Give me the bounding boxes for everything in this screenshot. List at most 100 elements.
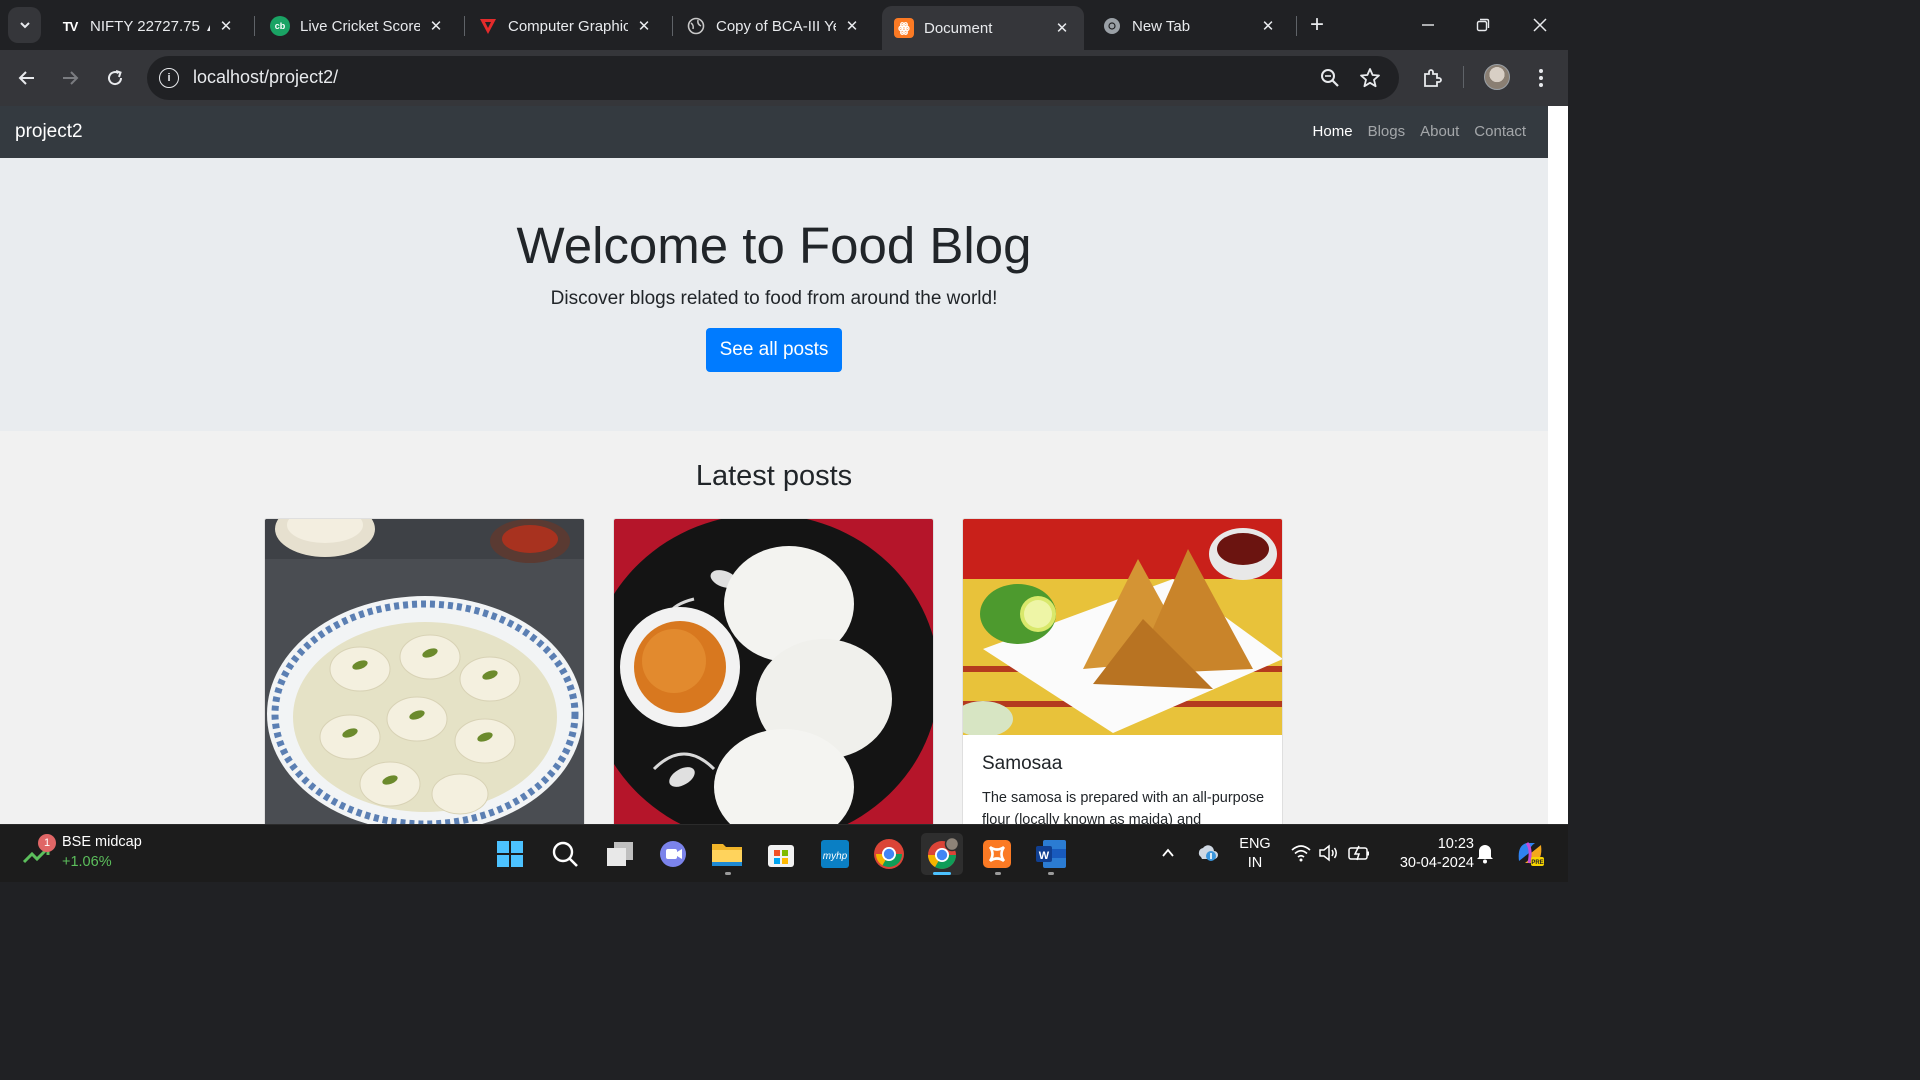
post-card[interactable] — [613, 518, 934, 824]
site-info-icon[interactable]: i — [159, 68, 179, 88]
chrome-icon[interactable] — [868, 833, 910, 875]
running-indicator — [725, 872, 731, 875]
hero-jumbotron: Welcome to Food Blog Discover blogs rela… — [0, 158, 1548, 431]
restore-icon — [1476, 18, 1490, 32]
tab-cricket[interactable]: cb Live Cricket Score, ✕ — [258, 6, 458, 46]
site-navbar: project2 Home Blogs About Contact — [0, 106, 1548, 158]
close-icon[interactable]: ✕ — [426, 16, 446, 36]
tab-strip: TV NIFTY 22727.75 ▲ ✕ cb Live Cricket Sc… — [0, 0, 1568, 50]
globe-icon — [686, 16, 706, 36]
file-explorer-icon[interactable] — [706, 833, 748, 875]
idli-image[interactable] — [614, 519, 933, 824]
close-icon[interactable]: ✕ — [842, 16, 862, 36]
nav-link-blogs[interactable]: Blogs — [1368, 123, 1406, 140]
new-tab-button[interactable]: + — [1303, 10, 1331, 40]
tab-nifty[interactable]: TV NIFTY 22727.75 ▲ ✕ — [48, 6, 248, 46]
forward-button[interactable] — [54, 62, 86, 94]
extensions-icon[interactable] — [1417, 63, 1447, 93]
running-indicator — [995, 872, 1001, 875]
nav-link-about[interactable]: About — [1420, 123, 1459, 140]
active-indicator — [933, 872, 951, 875]
site-brand[interactable]: project2 — [15, 121, 83, 143]
volume-icon[interactable] — [1316, 840, 1342, 866]
more-menu-icon[interactable] — [1526, 63, 1556, 93]
tab-bca-copy[interactable]: Copy of BCA-III Ye ✕ — [674, 6, 874, 46]
search-icon[interactable] — [544, 833, 586, 875]
arrow-right-icon — [63, 71, 79, 85]
rasmalai-image[interactable] — [265, 519, 584, 824]
nav-link-home[interactable]: Home — [1313, 123, 1353, 140]
page-scrollbar[interactable] — [1548, 106, 1568, 824]
tab-title: Computer Graphic — [508, 17, 628, 35]
tab-new-tab[interactable]: New Tab ✕ — [1090, 6, 1290, 46]
clock-time: 10:23 — [1437, 836, 1474, 852]
region-code: IN — [1247, 855, 1263, 871]
myhp-icon[interactable]: myhp — [814, 833, 856, 875]
widget-value: +1.06% — [62, 854, 112, 870]
tab-search-button[interactable] — [8, 7, 41, 43]
windows-start-icon[interactable] — [489, 833, 531, 875]
svg-text:W: W — [1039, 850, 1050, 862]
microsoft-store-icon[interactable] — [760, 833, 802, 875]
stocks-widget[interactable]: 1 BSE midcap +1.06% — [20, 831, 180, 877]
browser-toolbar: i localhost/project2/ — [0, 50, 1568, 106]
bookmark-star-icon[interactable] — [1357, 65, 1383, 91]
chrome-icon — [1102, 16, 1122, 36]
onedrive-icon[interactable] — [1195, 840, 1221, 866]
tab-title: Document — [924, 19, 993, 37]
chrome-profile-icon[interactable] — [921, 833, 963, 875]
post-card[interactable]: Samosaa The samosa is prepared with an a… — [962, 518, 1283, 824]
latest-posts-heading: Latest posts — [695, 460, 853, 492]
close-icon[interactable]: ✕ — [634, 16, 654, 36]
clock-date: 30-04-2024 — [1399, 855, 1474, 871]
word-icon[interactable]: W — [1030, 833, 1072, 875]
chevron-down-icon — [19, 22, 30, 29]
testbook-icon — [478, 16, 498, 36]
post-card[interactable] — [264, 518, 585, 824]
tab-computer-graphics[interactable]: Computer Graphic ✕ — [466, 6, 666, 46]
web-page: project2 Home Blogs About Contact Welcom… — [0, 106, 1548, 824]
svg-text:myhp: myhp — [823, 851, 848, 862]
zoom-icon[interactable] — [1317, 65, 1343, 91]
show-hidden-icons-chevron-icon[interactable] — [1155, 840, 1181, 866]
tab-title: NIFTY 22727.75 ▲ — [90, 17, 210, 35]
tab-title: Live Cricket Score, — [300, 17, 420, 35]
language-code: ENG — [1239, 836, 1271, 852]
arrow-left-icon — [18, 71, 34, 85]
post-title[interactable]: Samosaa — [982, 753, 1062, 775]
minimize-icon — [1422, 24, 1434, 26]
address-url[interactable]: localhost/project2/ — [193, 67, 338, 88]
copilot-icon[interactable]: PRE — [1515, 840, 1545, 866]
xampp-icon: ꙮ — [894, 18, 914, 38]
system-clock[interactable]: 10:23 30-04-2024 — [1382, 835, 1474, 873]
tab-document[interactable]: ꙮ Document ✕ — [882, 6, 1084, 50]
wifi-icon[interactable] — [1288, 840, 1314, 866]
see-all-posts-button[interactable]: See all posts — [706, 328, 842, 372]
samosa-image[interactable] — [963, 519, 1282, 735]
hero-title: Welcome to Food Blog — [516, 217, 1032, 274]
battery-icon[interactable] — [1346, 840, 1372, 866]
widget-title: BSE midcap — [62, 834, 142, 850]
close-icon — [1533, 18, 1547, 32]
profile-avatar[interactable] — [1484, 64, 1510, 90]
close-icon[interactable]: ✕ — [1258, 16, 1278, 36]
back-button[interactable] — [11, 62, 43, 94]
close-icon[interactable]: ✕ — [216, 16, 236, 36]
address-bar[interactable]: i localhost/project2/ — [147, 56, 1399, 100]
hero-subtitle: Discover blogs related to food from arou… — [550, 288, 998, 309]
reload-button[interactable] — [99, 62, 131, 94]
close-window-button[interactable] — [1520, 8, 1560, 42]
task-view-icon[interactable] — [599, 833, 641, 875]
notification-bell-icon[interactable] — [1472, 840, 1498, 866]
notification-badge: 1 — [38, 834, 56, 852]
minimize-button[interactable] — [1408, 8, 1448, 42]
svg-text:PRE: PRE — [1531, 860, 1543, 866]
reload-icon — [108, 70, 123, 86]
restore-button[interactable] — [1463, 8, 1503, 42]
teams-icon[interactable] — [652, 833, 694, 875]
xampp-icon[interactable] — [976, 833, 1018, 875]
nav-link-contact[interactable]: Contact — [1474, 123, 1526, 140]
running-indicator — [1048, 872, 1054, 875]
input-language[interactable]: ENG IN — [1238, 835, 1272, 873]
close-icon[interactable]: ✕ — [1052, 18, 1072, 38]
